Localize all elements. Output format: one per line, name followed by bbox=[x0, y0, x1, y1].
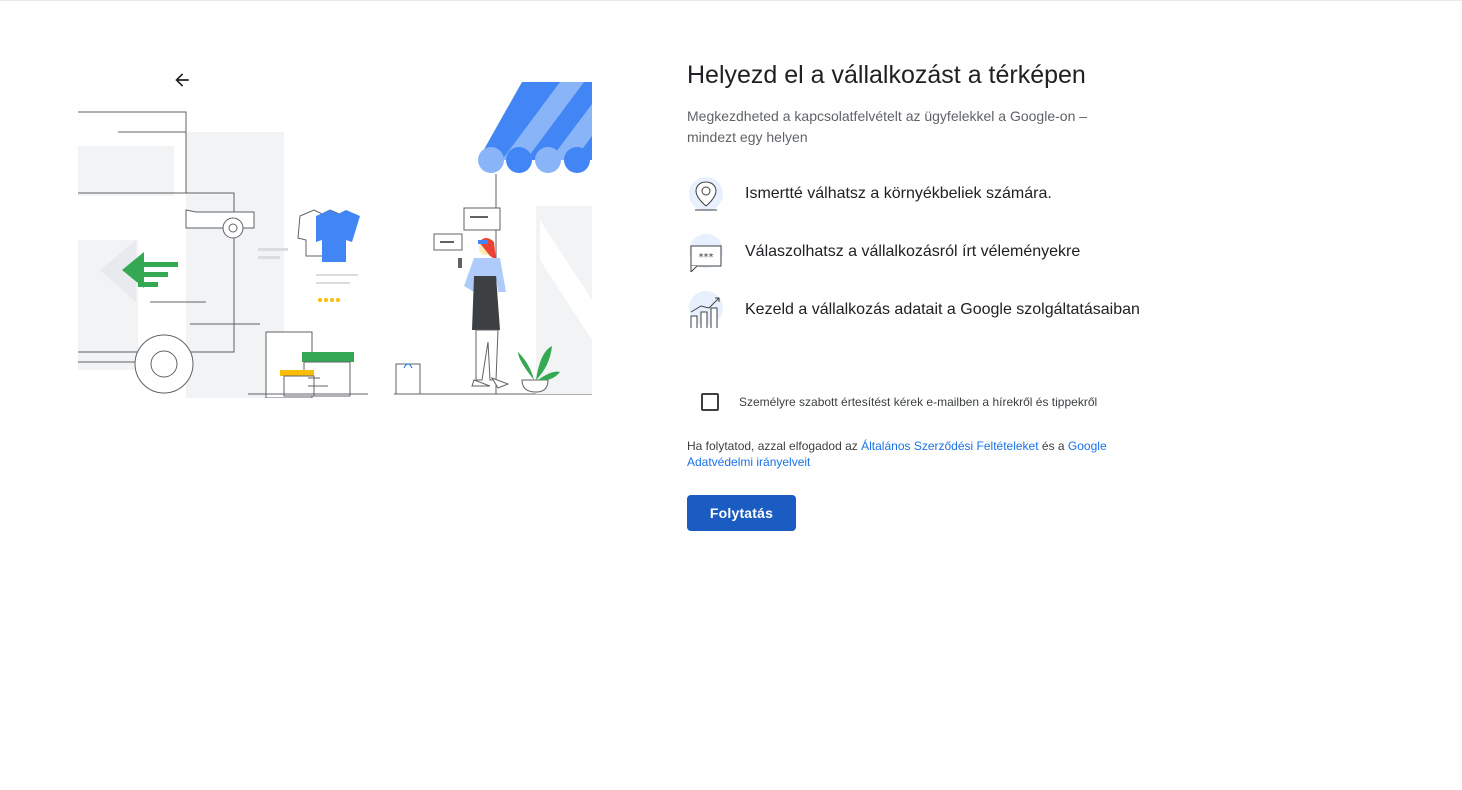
feature-item-visibility: Ismertté válhatsz a környékbeliek számár… bbox=[687, 174, 1147, 214]
feature-text: Válaszolhatsz a vállalkozásról írt vélem… bbox=[745, 243, 1081, 260]
continue-button[interactable]: Folytatás bbox=[687, 495, 796, 531]
location-pin-icon bbox=[689, 177, 723, 211]
email-opt-in-checkbox[interactable] bbox=[701, 393, 719, 411]
terms-of-service-link[interactable]: Általános Szerződési Feltételeket bbox=[861, 439, 1038, 453]
feature-item-reviews: *** Válaszolhatsz a vállalkozásról írt v… bbox=[687, 232, 1147, 272]
terms-prefix: Ha folytatod, azzal elfogadod az bbox=[687, 439, 862, 453]
feature-list: Ismertté válhatsz a környékbeliek számár… bbox=[687, 174, 1147, 330]
review-stars-icon: *** bbox=[689, 234, 723, 272]
growth-chart-icon bbox=[689, 291, 723, 328]
shopkeeper-figure bbox=[458, 238, 510, 389]
truck-wheel bbox=[134, 334, 194, 394]
feature-text: Ismertté válhatsz a környékbeliek számár… bbox=[745, 185, 1052, 202]
email-opt-in: Személyre szabott értesítést kérek e-mai… bbox=[701, 393, 1097, 411]
main-content: Helyezd el a vállalkozást a térképen Meg… bbox=[687, 58, 1147, 348]
terms-middle: és a bbox=[1038, 439, 1068, 453]
storefront-illustration bbox=[78, 82, 592, 398]
shirts bbox=[297, 209, 360, 262]
email-opt-in-label: Személyre szabott értesítést kérek e-mai… bbox=[739, 395, 1098, 409]
store-awning bbox=[478, 82, 592, 173]
feature-text: Kezeld a vállalkozás adatait a Google sz… bbox=[745, 301, 1140, 318]
page-title: Helyezd el a vállalkozást a térképen bbox=[687, 61, 1086, 89]
rating-stars bbox=[318, 298, 340, 302]
feature-item-manage: Kezeld a vállalkozás adatait a Google sz… bbox=[687, 290, 1147, 330]
terms-notice: Ha folytatod, azzal elfogadod az Általán… bbox=[687, 438, 1147, 470]
page-subtitle: Megkezdheted a kapcsolatfelvételt az ügy… bbox=[687, 108, 1088, 145]
top-divider bbox=[0, 0, 1462, 1]
svg-text:***: *** bbox=[699, 252, 714, 263]
